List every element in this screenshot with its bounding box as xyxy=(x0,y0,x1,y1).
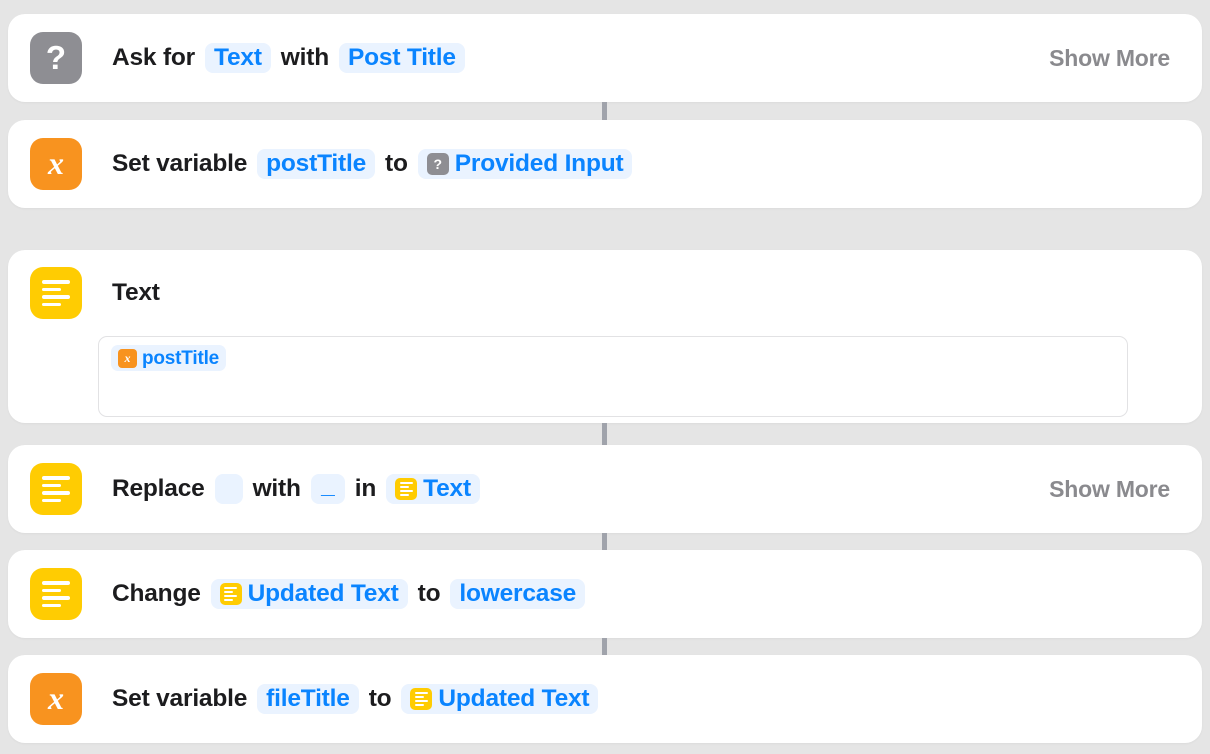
parameter-pill-label: postTitle xyxy=(266,149,366,177)
variable-x-icon: x xyxy=(30,138,82,190)
parameter-pill-input-type[interactable]: Text xyxy=(205,43,271,73)
text-lines-glyph xyxy=(42,280,70,306)
action-word: to xyxy=(368,685,392,712)
action-card-ask-for-input[interactable]: ? Ask for Text with Post Title Show More xyxy=(8,14,1202,102)
action-phrase: Set variable fileTitle to Updated Text xyxy=(106,684,602,714)
action-word: with xyxy=(252,475,301,502)
parameter-pill-label: Text xyxy=(214,43,262,71)
parameter-pill-variable-name[interactable]: postTitle xyxy=(257,149,375,179)
question-mark-glyph: ? xyxy=(433,155,443,172)
parameter-pill-variable-name[interactable]: fileTitle xyxy=(257,684,359,714)
action-word: to xyxy=(385,150,408,177)
parameter-pill-prompt[interactable]: Post Title xyxy=(338,43,465,73)
text-input-field[interactable]: x postTitle xyxy=(98,336,1128,417)
action-card-change-case[interactable]: Change Updated Text to lowercase xyxy=(8,550,1202,638)
action-word: Set variable xyxy=(112,685,248,712)
action-phrase: Replace with _ in Text xyxy=(106,471,484,504)
action-word: Change xyxy=(112,580,201,607)
parameter-pill-target-text[interactable]: Text xyxy=(386,474,480,504)
variable-x-glyph: x xyxy=(48,145,64,181)
variable-x-glyph: x xyxy=(124,350,131,365)
variable-token-label: postTitle xyxy=(142,347,220,369)
action-phrase: Ask for Text with Post Title xyxy=(106,43,469,73)
parameter-pill-label: _ xyxy=(321,471,335,499)
variable-x-glyph: x xyxy=(48,680,64,716)
action-word: Replace xyxy=(112,475,205,502)
action-connector xyxy=(602,533,607,550)
action-word: Ask for xyxy=(112,44,196,71)
parameter-pill-label: Updated Text xyxy=(438,684,590,712)
parameter-pill-label: Text xyxy=(423,474,471,502)
action-connector xyxy=(602,102,607,120)
parameter-pill-replace-with[interactable]: _ xyxy=(310,471,345,504)
action-card-replace-text[interactable]: Replace with _ in Text Show More xyxy=(8,445,1202,533)
action-card-set-variable-posttitle[interactable]: x Set variable postTitle to ? Provided I… xyxy=(8,120,1202,208)
text-lines-icon xyxy=(30,568,82,620)
parameter-pill-label: Updated Text xyxy=(247,579,399,607)
parameter-pill-label: Post Title xyxy=(347,43,456,71)
text-lines-icon xyxy=(219,583,242,605)
parameter-pill-label: fileTitle xyxy=(266,684,350,712)
text-lines-glyph xyxy=(414,692,428,706)
action-title: Text xyxy=(112,279,160,306)
variable-token-posttitle[interactable]: x postTitle xyxy=(111,345,227,371)
parameter-pill-updated-text[interactable]: Updated Text xyxy=(401,684,599,714)
parameter-pill-find-text[interactable] xyxy=(214,474,243,504)
action-word: in xyxy=(354,475,377,502)
shortcut-workflow-canvas: ? Ask for Text with Post Title Show More… xyxy=(0,0,1210,754)
action-word: to xyxy=(417,580,441,607)
parameter-pill-provided-input[interactable]: ? Provided Input xyxy=(417,149,633,179)
question-mark-icon: ? xyxy=(426,153,449,175)
text-lines-icon xyxy=(410,688,433,710)
parameter-pill-label: Provided Input xyxy=(454,149,624,177)
action-word: Set variable xyxy=(112,150,248,177)
question-mark-glyph: ? xyxy=(45,38,67,76)
show-more-button[interactable]: Show More xyxy=(1049,45,1182,72)
text-lines-glyph xyxy=(399,482,413,496)
show-more-button[interactable]: Show More xyxy=(1049,476,1182,503)
action-phrase: Set variable postTitle to ? Provided Inp… xyxy=(106,149,636,179)
text-lines-icon xyxy=(30,463,82,515)
question-mark-icon: ? xyxy=(30,32,82,84)
action-card-set-variable-filetitle[interactable]: x Set variable fileTitle to Updated Text xyxy=(8,655,1202,743)
action-connector xyxy=(602,638,607,655)
text-lines-icon xyxy=(30,267,82,319)
variable-x-icon: x xyxy=(30,673,82,725)
parameter-pill-source-text[interactable]: Updated Text xyxy=(210,579,408,609)
action-phrase: Change Updated Text to lowercase xyxy=(106,579,589,609)
text-lines-glyph xyxy=(42,581,70,607)
parameter-pill-case-option[interactable]: lowercase xyxy=(450,579,586,609)
text-lines-glyph xyxy=(224,587,238,601)
variable-x-icon: x xyxy=(118,348,137,368)
action-connector xyxy=(602,423,607,445)
text-lines-icon xyxy=(395,478,418,500)
text-lines-glyph xyxy=(42,476,70,502)
action-word: with xyxy=(280,44,329,71)
parameter-pill-label: lowercase xyxy=(459,579,577,607)
action-card-text[interactable]: Text x postTitle xyxy=(8,250,1202,423)
